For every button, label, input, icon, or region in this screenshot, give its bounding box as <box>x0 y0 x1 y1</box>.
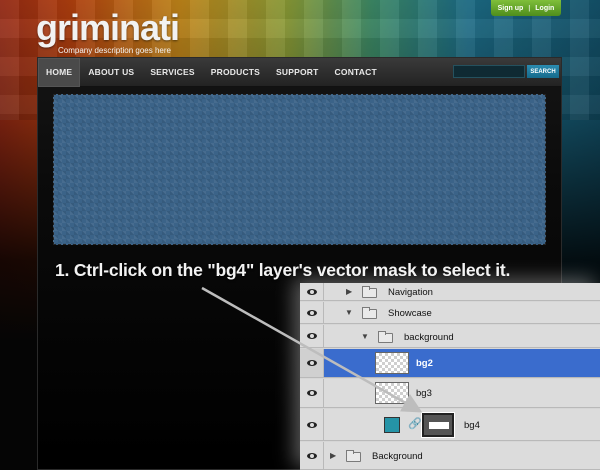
nav-item-about-us[interactable]: ABOUT US <box>80 58 142 87</box>
layer-label: background <box>404 332 454 343</box>
folder-icon <box>362 286 377 298</box>
folder-icon <box>362 307 377 319</box>
account-separator: | <box>528 4 531 12</box>
visibility-toggle[interactable] <box>300 379 324 407</box>
signup-link[interactable]: Sign up <box>498 5 524 12</box>
link-icon[interactable]: 🔗 <box>408 417 422 430</box>
nav-item-contact[interactable]: CONTACT <box>327 58 385 87</box>
visibility-toggle[interactable] <box>300 442 324 469</box>
visibility-toggle[interactable] <box>300 325 324 347</box>
layer-row-bg3[interactable]: bg3 <box>300 379 600 408</box>
eye-icon <box>306 309 317 316</box>
tutorial-instruction: 1. Ctrl-click on the "bg4" layer's vecto… <box>55 260 511 280</box>
eye-icon <box>306 452 317 459</box>
site-logo[interactable]: griminati Company description goes here <box>36 7 180 56</box>
eye-icon <box>306 390 317 396</box>
expand-arrow-icon[interactable]: ▼ <box>345 308 353 317</box>
folder-icon <box>346 450 361 462</box>
eye-icon <box>306 288 317 295</box>
visibility-toggle[interactable] <box>300 349 324 377</box>
layer-row-showcase[interactable]: ▼ Showcase <box>300 302 600 324</box>
mask-shape <box>429 422 449 429</box>
navigation-bar: HOME ABOUT US SERVICES PRODUCTS SUPPORT … <box>38 57 561 87</box>
layer-label: bg4 <box>464 420 480 431</box>
visibility-toggle[interactable] <box>300 283 324 300</box>
expand-arrow-icon[interactable]: ▼ <box>361 332 369 341</box>
layer-label: Navigation <box>388 287 433 298</box>
layer-label: bg2 <box>416 358 433 369</box>
nav-item-products[interactable]: PRODUCTS <box>203 58 268 87</box>
layers-panel: ▶ Navigation ▼ Showcase ▼ background bg2… <box>300 283 600 470</box>
eye-icon <box>306 333 317 339</box>
layer-thumbnail <box>375 382 409 404</box>
layer-thumbnail <box>375 352 409 374</box>
layer-row-bg4[interactable]: 🔗 bg4 <box>300 409 600 441</box>
layer-label: bg3 <box>416 388 432 399</box>
eye-icon <box>306 421 317 428</box>
account-tab: Sign up | Login <box>491 0 561 16</box>
layer-row-background-group[interactable]: ▼ background <box>300 325 600 348</box>
collapse-arrow-icon[interactable]: ▶ <box>346 287 352 296</box>
visibility-toggle[interactable] <box>300 302 324 323</box>
nav-item-support[interactable]: SUPPORT <box>268 58 327 87</box>
login-link[interactable]: Login <box>535 5 554 12</box>
nav-item-services[interactable]: SERVICES <box>142 58 202 87</box>
showcase-selection-area <box>53 94 546 245</box>
search-box: SEARCH <box>453 65 559 78</box>
logo-tagline: Company description goes here <box>58 46 171 55</box>
visibility-toggle[interactable] <box>300 409 324 440</box>
layer-label: Showcase <box>388 308 432 319</box>
vector-mask-thumbnail[interactable] <box>421 412 455 438</box>
layer-row-background[interactable]: ▶ Background <box>300 442 600 470</box>
search-button[interactable]: SEARCH <box>527 65 559 78</box>
layer-row-bg2[interactable]: bg2 <box>300 349 600 378</box>
folder-icon <box>378 331 393 343</box>
nav-item-home[interactable]: HOME <box>38 57 81 87</box>
layer-row-navigation[interactable]: ▶ Navigation <box>300 283 600 301</box>
logo-text: griminati <box>36 7 180 48</box>
layer-label: Background <box>372 451 423 462</box>
collapse-arrow-icon[interactable]: ▶ <box>330 451 336 460</box>
eye-icon <box>306 360 317 366</box>
search-input[interactable] <box>453 65 525 78</box>
layer-color-thumbnail[interactable] <box>384 417 400 433</box>
